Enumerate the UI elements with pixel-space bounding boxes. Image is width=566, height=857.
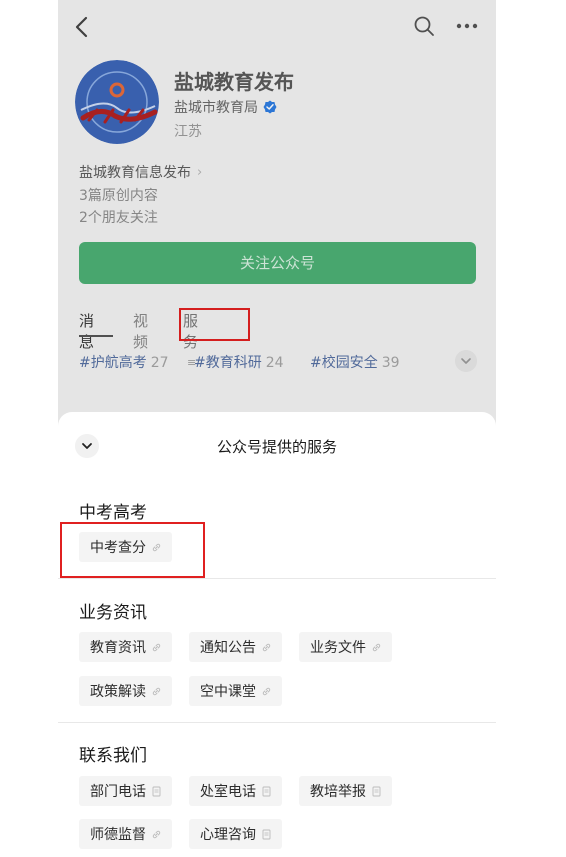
account-owner-row[interactable]: 盐城市教育局: [174, 97, 277, 117]
topic-tag[interactable]: #护航高考 27: [79, 352, 169, 372]
topic-tag[interactable]: #校园安全 39: [310, 352, 400, 372]
verified-badge-icon: [263, 100, 277, 114]
services-sheet: 公众号提供的服务 中考高考 中考查分 业务资讯 教育资讯 通知公告 业务文件 政…: [58, 412, 496, 857]
service-chip[interactable]: 教培举报: [299, 776, 392, 806]
phone-screen: 盐城教育发布 盐城市教育局 江苏 盐城教育信息发布 › 3篇原创内容 2个朋友关…: [58, 0, 496, 857]
top-bar: [58, 0, 496, 56]
expand-tags-icon[interactable]: [455, 350, 477, 372]
document-icon: [262, 786, 271, 796]
link-icon: [262, 643, 271, 651]
link-icon: [262, 687, 271, 695]
highlight-box-exam-score: [60, 522, 205, 578]
friends-following-count: 2个朋友关注: [79, 210, 158, 226]
topic-tag[interactable]: #教育科研 24: [194, 352, 284, 372]
section-title: 联系我们: [79, 746, 147, 766]
link-icon: [152, 687, 161, 695]
tab-messages[interactable]: 消息: [79, 310, 94, 352]
link-icon: [152, 830, 161, 838]
service-chip[interactable]: 部门电话: [79, 776, 172, 806]
service-chip[interactable]: 空中课堂: [189, 676, 282, 706]
section-title: 中考高考: [79, 503, 147, 523]
account-region: 江苏: [174, 124, 202, 140]
divider: [58, 578, 496, 579]
highlight-box-services-tab: [179, 308, 250, 341]
service-chip[interactable]: 心理咨询: [189, 819, 282, 849]
service-chip[interactable]: 处室电话: [189, 776, 282, 806]
tab-videos[interactable]: 视频: [133, 310, 148, 352]
service-chip[interactable]: 通知公告: [189, 632, 282, 662]
account-description[interactable]: 盐城教育信息发布 ›: [79, 162, 202, 182]
link-icon: [152, 643, 161, 651]
more-icon[interactable]: [454, 14, 480, 38]
back-icon[interactable]: [68, 12, 98, 42]
document-icon: [152, 786, 161, 796]
link-icon: [372, 643, 381, 651]
account-owner: 盐城市教育局: [174, 100, 258, 116]
account-name: 盐城教育发布: [174, 70, 294, 94]
account-avatar: [75, 60, 159, 144]
original-content-count: 3篇原创内容: [79, 188, 158, 204]
description-text: 盐城教育信息发布: [79, 165, 191, 181]
divider: [58, 722, 496, 723]
service-chip[interactable]: 教育资讯: [79, 632, 172, 662]
document-icon: [372, 786, 381, 796]
service-chip[interactable]: 师德监督: [79, 819, 172, 849]
service-chip[interactable]: 业务文件: [299, 632, 392, 662]
follow-button[interactable]: 关注公众号: [79, 242, 476, 284]
document-icon: [262, 829, 271, 839]
search-icon[interactable]: [412, 14, 436, 38]
active-tab-indicator: [79, 335, 113, 337]
section-title: 业务资讯: [79, 603, 147, 623]
service-chip[interactable]: 政策解读: [79, 676, 172, 706]
sheet-title: 公众号提供的服务: [216, 438, 337, 456]
chevron-right-icon: ›: [197, 164, 203, 180]
